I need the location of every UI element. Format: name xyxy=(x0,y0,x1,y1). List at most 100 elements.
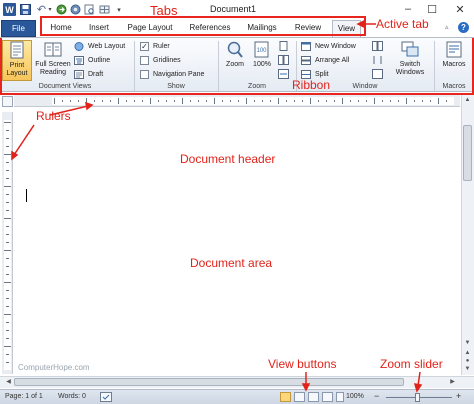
draw-table-icon[interactable] xyxy=(99,3,110,16)
ruler-tick xyxy=(102,100,103,102)
scroll-up-icon[interactable]: ▲ xyxy=(461,97,474,103)
ruler-tick xyxy=(6,210,9,211)
word-count[interactable]: Words: 0 xyxy=(58,393,86,400)
ruler-tick xyxy=(118,98,119,104)
ruler-tick xyxy=(438,98,439,104)
word-logo-icon[interactable]: W xyxy=(3,3,16,16)
ruler-tick xyxy=(6,226,9,227)
annotation-document-area: Document area xyxy=(190,256,273,270)
document-page[interactable] xyxy=(14,108,460,375)
ruler-tick xyxy=(6,362,9,363)
print-layout-view-button[interactable] xyxy=(280,392,291,402)
vertical-ruler-text-area xyxy=(4,120,11,370)
ruler-tick xyxy=(4,218,11,219)
ruler-tick xyxy=(406,98,407,104)
ruler-tick xyxy=(182,98,183,104)
page-count[interactable]: Page: 1 of 1 xyxy=(5,393,43,400)
maximize-button[interactable]: ☐ xyxy=(418,0,446,18)
ruler-tick xyxy=(190,100,191,102)
ruler-tick xyxy=(158,100,159,102)
ruler-tick xyxy=(286,100,287,102)
zoom-slider-thumb[interactable] xyxy=(415,393,420,402)
print-icon[interactable] xyxy=(70,3,81,16)
ruler-tick xyxy=(366,100,367,102)
watermark: ComputerHope.com xyxy=(18,363,90,372)
annotation-rulers: Rulers xyxy=(36,109,71,123)
help-icon[interactable]: ? xyxy=(458,22,469,33)
ruler-tick xyxy=(302,100,303,102)
ruler-tick xyxy=(110,100,111,102)
ruler-tick xyxy=(86,98,87,104)
ruler-tick xyxy=(198,100,199,102)
ruler-tick xyxy=(134,100,135,102)
zoom-out-icon[interactable]: − xyxy=(374,391,379,401)
ruler-tick xyxy=(4,186,11,187)
ruler-tick xyxy=(222,100,223,102)
ruler-tick xyxy=(6,170,9,171)
previous-page-icon[interactable]: ▲ xyxy=(461,350,474,356)
ruler-tick xyxy=(398,100,399,102)
annotation-tabs: Tabs xyxy=(150,3,178,18)
tabs-highlight-box xyxy=(40,16,366,36)
select-browse-object-icon[interactable]: ● xyxy=(461,358,474,364)
ruler-tick xyxy=(6,266,9,267)
zoom-in-icon[interactable]: + xyxy=(456,391,461,401)
close-button[interactable]: ✕ xyxy=(446,0,474,18)
ruler-tick xyxy=(126,100,127,102)
next-page-icon[interactable]: ▼ xyxy=(461,366,474,372)
scroll-right-icon[interactable]: ▶ xyxy=(446,378,459,385)
ruler-tick xyxy=(214,98,215,104)
web-layout-view-button[interactable] xyxy=(308,392,319,402)
undo-icon[interactable]: ↶ xyxy=(36,3,47,16)
ruler-tick xyxy=(294,100,295,102)
undo-dropdown-icon[interactable]: ▾ xyxy=(47,3,53,16)
print-preview-icon[interactable] xyxy=(84,3,95,16)
redo-icon[interactable] xyxy=(56,3,67,16)
draft-view-button[interactable] xyxy=(336,392,344,402)
ruler-tick xyxy=(206,100,207,102)
ruler-tick xyxy=(382,100,383,102)
save-icon[interactable] xyxy=(20,3,31,16)
ruler-tick xyxy=(422,100,423,102)
ruler-tick xyxy=(4,346,11,347)
ruler-tick xyxy=(4,282,11,283)
ruler-tick xyxy=(174,100,175,102)
ribbon-highlight-box xyxy=(0,38,474,95)
horizontal-ruler[interactable] xyxy=(14,95,460,107)
ruler-tick xyxy=(230,100,231,102)
ruler-tick xyxy=(430,100,431,102)
ruler-tick xyxy=(142,100,143,102)
ruler-tick xyxy=(4,122,11,123)
ruler-tick xyxy=(238,100,239,102)
annotation-view-buttons: View buttons xyxy=(268,357,337,371)
minimize-ribbon-icon[interactable]: ▵ xyxy=(445,23,449,31)
ruler-tick xyxy=(6,354,9,355)
ruler-tick xyxy=(262,100,263,102)
ruler-tick xyxy=(358,100,359,102)
ruler-tick xyxy=(6,194,9,195)
tab-file[interactable]: File xyxy=(1,20,36,37)
proofing-icon[interactable] xyxy=(100,392,112,402)
zoom-level[interactable]: 100% xyxy=(346,393,364,400)
ruler-tick xyxy=(342,98,343,104)
full-screen-reading-view-button[interactable] xyxy=(294,392,305,402)
view-ruler-button[interactable] xyxy=(2,96,13,107)
ruler-tick xyxy=(6,322,9,323)
ruler-tick xyxy=(6,290,9,291)
ruler-tick xyxy=(310,98,311,104)
ruler-tick xyxy=(414,100,415,102)
vertical-ruler[interactable] xyxy=(2,112,13,374)
horizontal-ruler-text-area xyxy=(52,97,454,105)
ruler-tick xyxy=(270,100,271,102)
customize-toolbar-icon[interactable]: ▾ xyxy=(115,3,123,16)
outline-view-button[interactable] xyxy=(322,392,333,402)
ruler-tick xyxy=(6,338,9,339)
ruler-tick xyxy=(6,330,9,331)
ruler-tick xyxy=(6,258,9,259)
vertical-scroll-thumb[interactable] xyxy=(463,125,472,181)
ruler-tick xyxy=(446,100,447,102)
ruler-tick xyxy=(94,100,95,102)
horizontal-scroll-thumb[interactable] xyxy=(14,378,404,386)
ruler-tick xyxy=(6,234,9,235)
scroll-down-icon[interactable]: ▼ xyxy=(461,340,474,346)
